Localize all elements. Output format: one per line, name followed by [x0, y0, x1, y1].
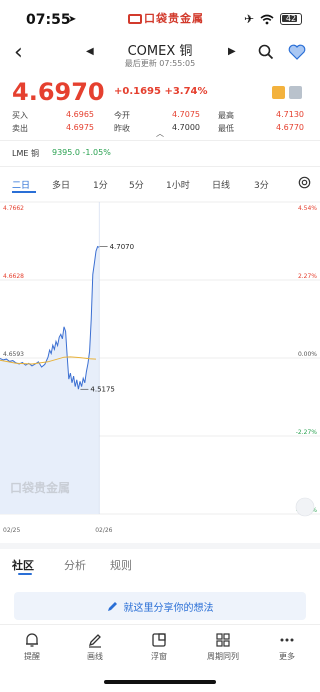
quote-value: 4.7000 [172, 123, 200, 132]
battery-level: 42 [285, 14, 297, 23]
grid-icon [216, 633, 230, 647]
more-icon [280, 638, 294, 642]
tag-icon[interactable] [289, 86, 302, 99]
heart-icon[interactable] [288, 44, 306, 60]
lme-label: LME 铜 [12, 149, 39, 158]
float-window-icon [152, 633, 166, 647]
status-icons: ✈ 42 [244, 12, 302, 26]
tab-community[interactable]: 社区 [12, 557, 34, 573]
pen-icon [88, 634, 101, 648]
tab-analysis[interactable]: 分析 [64, 557, 86, 573]
comment-button[interactable]: 就这里分享你的想法 [14, 592, 306, 620]
search-icon[interactable] [258, 44, 274, 60]
brand-mark-icon [128, 14, 142, 24]
nav-float[interactable]: 浮窗 [134, 631, 184, 662]
float-toggle-button [295, 497, 315, 517]
bottom-toolbar: 提醒 画线 浮窗 周期同列 更多 [0, 624, 320, 668]
y-tick-label-right: 4.54% [298, 205, 317, 212]
last-price: 4.6970 [12, 78, 105, 106]
y-tick-label-left: 4.7662 [3, 205, 24, 212]
section-divider [0, 543, 320, 549]
divider [0, 140, 320, 141]
price-chart[interactable]: 4.76624.54%4.66282.27%4.65930.00%4.4654-… [0, 196, 320, 536]
home-indicator [104, 680, 216, 684]
y-tick-label-left: 4.6593 [3, 351, 24, 358]
x-tick-label: 02/26 [95, 527, 112, 534]
period-tab[interactable]: 日线 [212, 178, 230, 191]
location-arrow-icon: ➤ [68, 14, 77, 25]
y-tick-label-right: -2.27% [296, 429, 318, 436]
annotation-label: 4.5175 [90, 386, 115, 394]
quote-value: 4.6975 [66, 123, 94, 132]
quote-label: 最低 [218, 124, 234, 133]
nav-alert[interactable]: 提醒 [7, 631, 57, 662]
nav-label: 更多 [279, 652, 295, 661]
period-tab[interactable]: 1分 [93, 178, 108, 191]
quote-label: 今开 [114, 111, 130, 120]
battery-icon: 42 [280, 13, 302, 25]
nav-draw[interactable]: 画线 [70, 631, 120, 662]
tag-icon[interactable] [272, 86, 285, 99]
quote-value: 4.6770 [276, 123, 304, 132]
nav-label: 周期同列 [207, 652, 239, 661]
pencil-icon [107, 601, 117, 611]
active-tab-indicator [18, 573, 32, 575]
quote-label: 最高 [218, 111, 234, 120]
next-symbol-button[interactable]: ▶ [228, 46, 236, 57]
period-tab[interactable]: 3分 [254, 178, 269, 191]
brand-name: 口袋贵金属 [144, 12, 204, 25]
nav-more[interactable]: 更多 [262, 631, 312, 662]
period-tab[interactable]: 二日 [12, 178, 30, 191]
period-tab[interactable]: 1小时 [166, 178, 190, 191]
nav-multi-period[interactable]: 周期同列 [198, 631, 248, 662]
price-change: +0.1695 +3.74% [114, 86, 208, 97]
comment-placeholder: 就这里分享你的想法 [123, 602, 214, 614]
nav-label: 提醒 [24, 652, 40, 661]
tab-rules[interactable]: 规则 [110, 557, 132, 573]
expand-quote-button[interactable]: ︿ [156, 128, 164, 139]
period-tab[interactable]: 多日 [52, 178, 70, 191]
divider [0, 166, 320, 167]
wifi-icon [260, 14, 274, 24]
y-tick-label-right: 2.27% [298, 273, 317, 280]
quote-value: 4.7075 [172, 110, 200, 119]
quote-label: 买入 [12, 111, 28, 120]
quote-value: 4.7130 [276, 110, 304, 119]
settings-icon[interactable] [298, 176, 311, 189]
active-tab-indicator [12, 191, 36, 193]
status-time: 07:55 [26, 12, 71, 28]
brand-logo: 口袋贵金属 [128, 10, 204, 26]
quote-value: 4.6965 [66, 110, 94, 119]
period-tab[interactable]: 5分 [129, 178, 144, 191]
watermark: 口袋贵金属 [10, 480, 70, 495]
airplane-icon: ✈ [243, 12, 254, 26]
x-tick-label: 02/25 [3, 527, 20, 534]
y-tick-label-right: 0.00% [298, 351, 317, 358]
nav-label: 画线 [87, 652, 103, 661]
annotation-label: 4.7070 [110, 243, 135, 251]
nav-label: 浮窗 [151, 652, 167, 661]
y-tick-label-left: 4.6628 [3, 273, 24, 280]
bell-icon [26, 633, 38, 647]
quote-label: 卖出 [12, 124, 28, 133]
quote-label: 昨收 [114, 124, 130, 133]
lme-value: 9395.0 -1.05% [52, 148, 111, 157]
